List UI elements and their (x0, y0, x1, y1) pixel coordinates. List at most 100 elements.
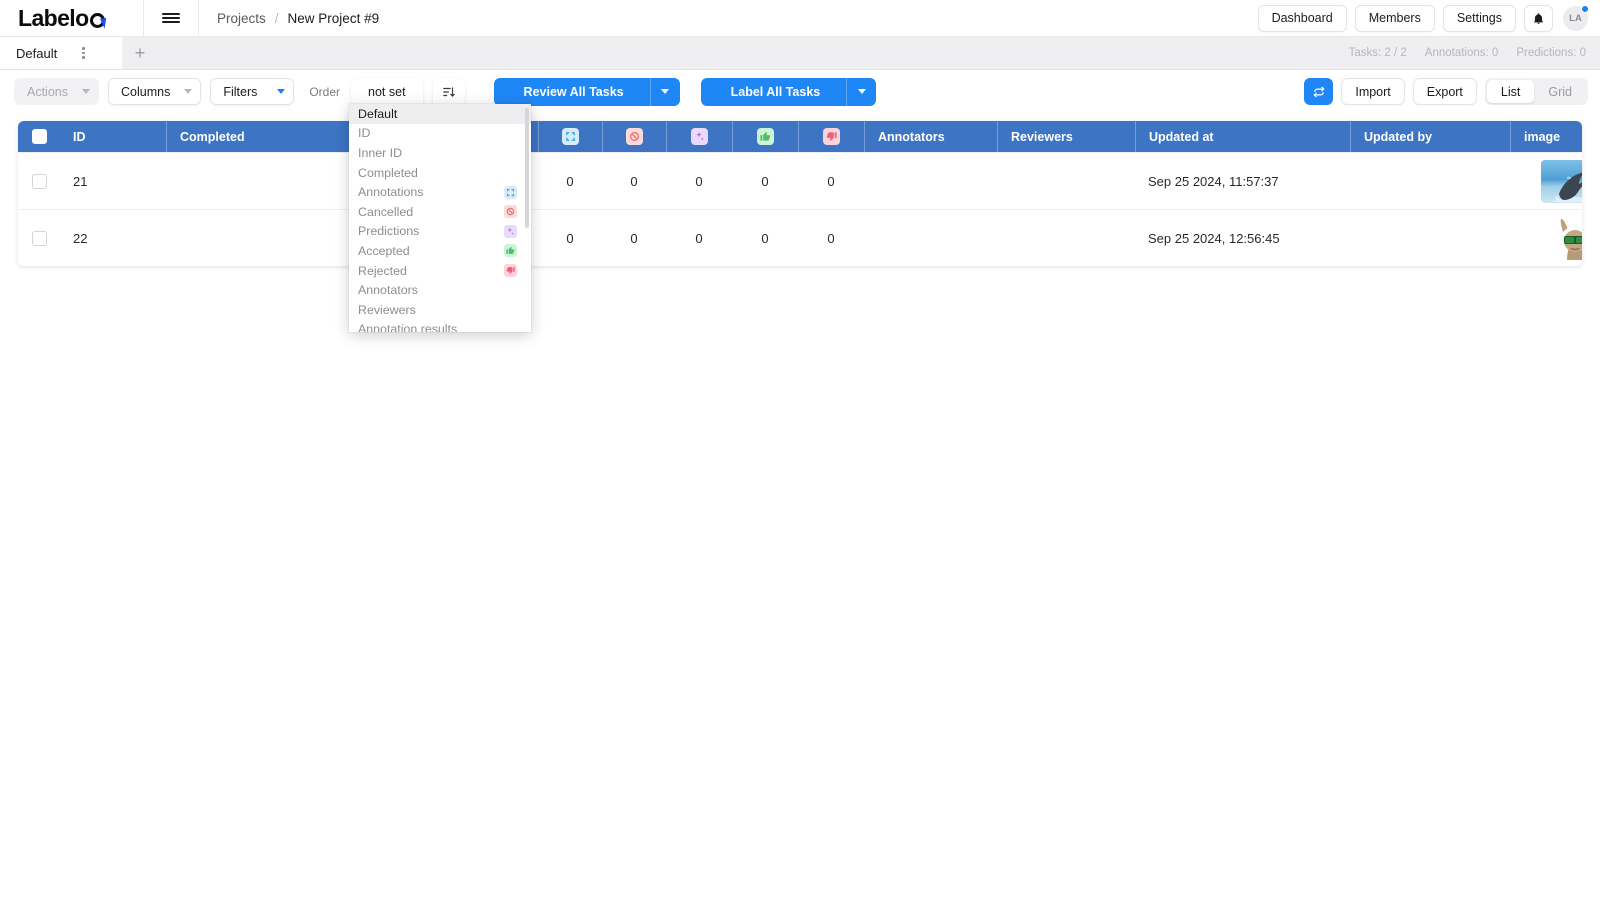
hamburger-icon[interactable] (144, 0, 198, 37)
logo-o-icon (89, 12, 110, 29)
dolphin-jumping-photo (1541, 159, 1582, 203)
table-header-row: ID Completed Annotators Reviewers Update… (18, 121, 1582, 152)
annotations-icon (504, 185, 517, 199)
order-option-cancelled[interactable]: Cancelled (349, 202, 531, 222)
order-option-label: Annotators (358, 283, 418, 298)
select-all-checkbox-cell (18, 121, 60, 152)
app-logo[interactable]: Labelo (0, 0, 143, 36)
order-option-annotations[interactable]: Annotations (349, 182, 531, 202)
chevron-down-icon (857, 89, 866, 94)
dashboard-button[interactable]: Dashboard (1257, 4, 1347, 32)
select-all-checkbox[interactable] (31, 129, 47, 144)
logo-text: Labelo (18, 6, 110, 30)
order-option-predictions[interactable]: Predictions (349, 222, 531, 242)
actions-button[interactable]: Actions (14, 78, 99, 105)
order-value: not set (368, 84, 406, 99)
filters-button[interactable]: Filters (210, 78, 295, 105)
export-button[interactable]: Export (1412, 78, 1477, 105)
column-header-annotators[interactable]: Annotators (864, 121, 997, 152)
members-button[interactable]: Members (1354, 4, 1435, 32)
toolbar-right-group: Import Export List Grid (1304, 78, 1588, 105)
order-option-inner-id[interactable]: Inner ID (349, 143, 531, 163)
columns-label: Columns (121, 84, 171, 99)
actions-label: Actions (27, 84, 68, 99)
table-row[interactable]: 22 0 0 0 0 0 Sep 25 2024, 12:56:45 </> (18, 209, 1582, 266)
chevron-down-icon (82, 89, 90, 94)
review-all-tasks-button[interactable]: Review All Tasks (493, 77, 680, 106)
column-header-updated-at[interactable]: Updated at (1135, 121, 1350, 152)
column-header-reviewers[interactable]: Reviewers (997, 121, 1135, 152)
chevron-down-icon (277, 89, 286, 94)
order-option-completed[interactable]: Completed (349, 163, 531, 183)
cell-updated-by (1350, 153, 1510, 210)
cell-rejected: 0 (827, 173, 835, 189)
breadcrumb-current-project[interactable]: New Project #9 (288, 11, 380, 26)
order-option-label: Default (358, 106, 398, 121)
header-actions: Dashboard Members Settings LA (1257, 4, 1600, 32)
order-label: Order (309, 84, 341, 99)
breadcrumb-separator: / (274, 10, 279, 26)
import-button[interactable]: Import (1341, 78, 1405, 105)
order-option-label: Cancelled (358, 204, 414, 219)
order-option-reviewers[interactable]: Reviewers (349, 300, 531, 320)
avatar[interactable]: LA (1563, 4, 1589, 31)
view-mode-grid[interactable]: Grid (1534, 80, 1586, 103)
label-all-tasks-button[interactable]: Label All Tasks (700, 77, 877, 106)
row-select-cell (18, 210, 60, 267)
order-option-default[interactable]: Default (349, 104, 531, 124)
tab-default[interactable]: Default (0, 37, 122, 69)
order-option-label: Inner ID (358, 145, 403, 160)
order-option-annotation-results[interactable]: Annotation results (349, 320, 531, 332)
cell-image[interactable] (1510, 153, 1582, 210)
thumbs-down-icon (504, 264, 517, 278)
bell-icon[interactable] (1524, 4, 1553, 32)
tasks-table: ID Completed Annotators Reviewers Update… (18, 121, 1582, 266)
avatar-initials: LA (1569, 12, 1582, 24)
table-row[interactable]: 21 0 0 0 0 0 Sep 25 2024, 11:57:37 (18, 152, 1582, 209)
dropdown-scrollbar-thumb[interactable] (525, 108, 529, 228)
order-option-accepted[interactable]: Accepted (349, 241, 531, 261)
cell-annotations: 0 (566, 230, 574, 246)
order-option-id[interactable]: ID (349, 124, 531, 144)
review-all-dropdown-toggle[interactable] (649, 77, 680, 106)
column-header-accepted[interactable] (732, 121, 798, 152)
cell-updated-by (1350, 210, 1510, 267)
column-header-rejected[interactable] (798, 121, 864, 152)
row-select-cell (18, 153, 60, 210)
row-checkbox[interactable] (31, 230, 47, 246)
view-mode-list[interactable]: List (1486, 80, 1535, 103)
row-checkbox[interactable] (31, 173, 47, 189)
tab-menu-dots-icon[interactable] (79, 44, 88, 62)
cell-updated-at: Sep 25 2024, 12:56:45 (1148, 230, 1280, 246)
cell-annotations: 0 (566, 173, 574, 189)
app-header: Labelo Projects / New Project #9 Dashboa… (0, 0, 1600, 37)
add-tab-button[interactable]: + (122, 37, 158, 69)
order-option-annotators[interactable]: Annotators (349, 280, 531, 300)
order-option-label: Accepted (358, 243, 410, 258)
columns-button[interactable]: Columns (108, 78, 202, 105)
refresh-icon[interactable] (1304, 78, 1334, 105)
dropdown-scrollbar-track[interactable] (525, 106, 530, 330)
tab-stats: Tasks: 2 / 2 Annotations: 0 Predictions:… (1349, 37, 1600, 69)
column-header-cancelled[interactable] (602, 121, 666, 152)
order-option-rejected[interactable]: Rejected (349, 261, 531, 281)
column-header-updated-by[interactable]: Updated by (1350, 121, 1510, 152)
label-all-tasks-label: Label All Tasks (730, 84, 821, 99)
cell-predictions: 0 (695, 230, 703, 246)
column-header-annotations[interactable] (538, 121, 602, 152)
filters-label: Filters (223, 84, 258, 99)
column-header-predictions[interactable] (666, 121, 732, 152)
cell-rejected: 0 (827, 230, 835, 246)
label-all-dropdown-toggle[interactable] (846, 77, 876, 106)
cell-image[interactable] (1510, 210, 1582, 267)
sort-descending-icon[interactable] (432, 78, 465, 105)
breadcrumb-projects-link[interactable]: Projects (217, 11, 266, 26)
order-select[interactable]: not set (351, 78, 423, 105)
data-manager-toolbar: Actions Columns Filters Order not set Re… (0, 70, 1600, 113)
column-header-id[interactable]: ID (60, 121, 166, 152)
settings-button[interactable]: Settings (1442, 4, 1516, 32)
column-header-image[interactable]: image (1510, 121, 1582, 152)
cell-reviewers (997, 153, 1135, 210)
annotations-icon (562, 128, 579, 145)
avatar-status-dot (1581, 4, 1589, 13)
